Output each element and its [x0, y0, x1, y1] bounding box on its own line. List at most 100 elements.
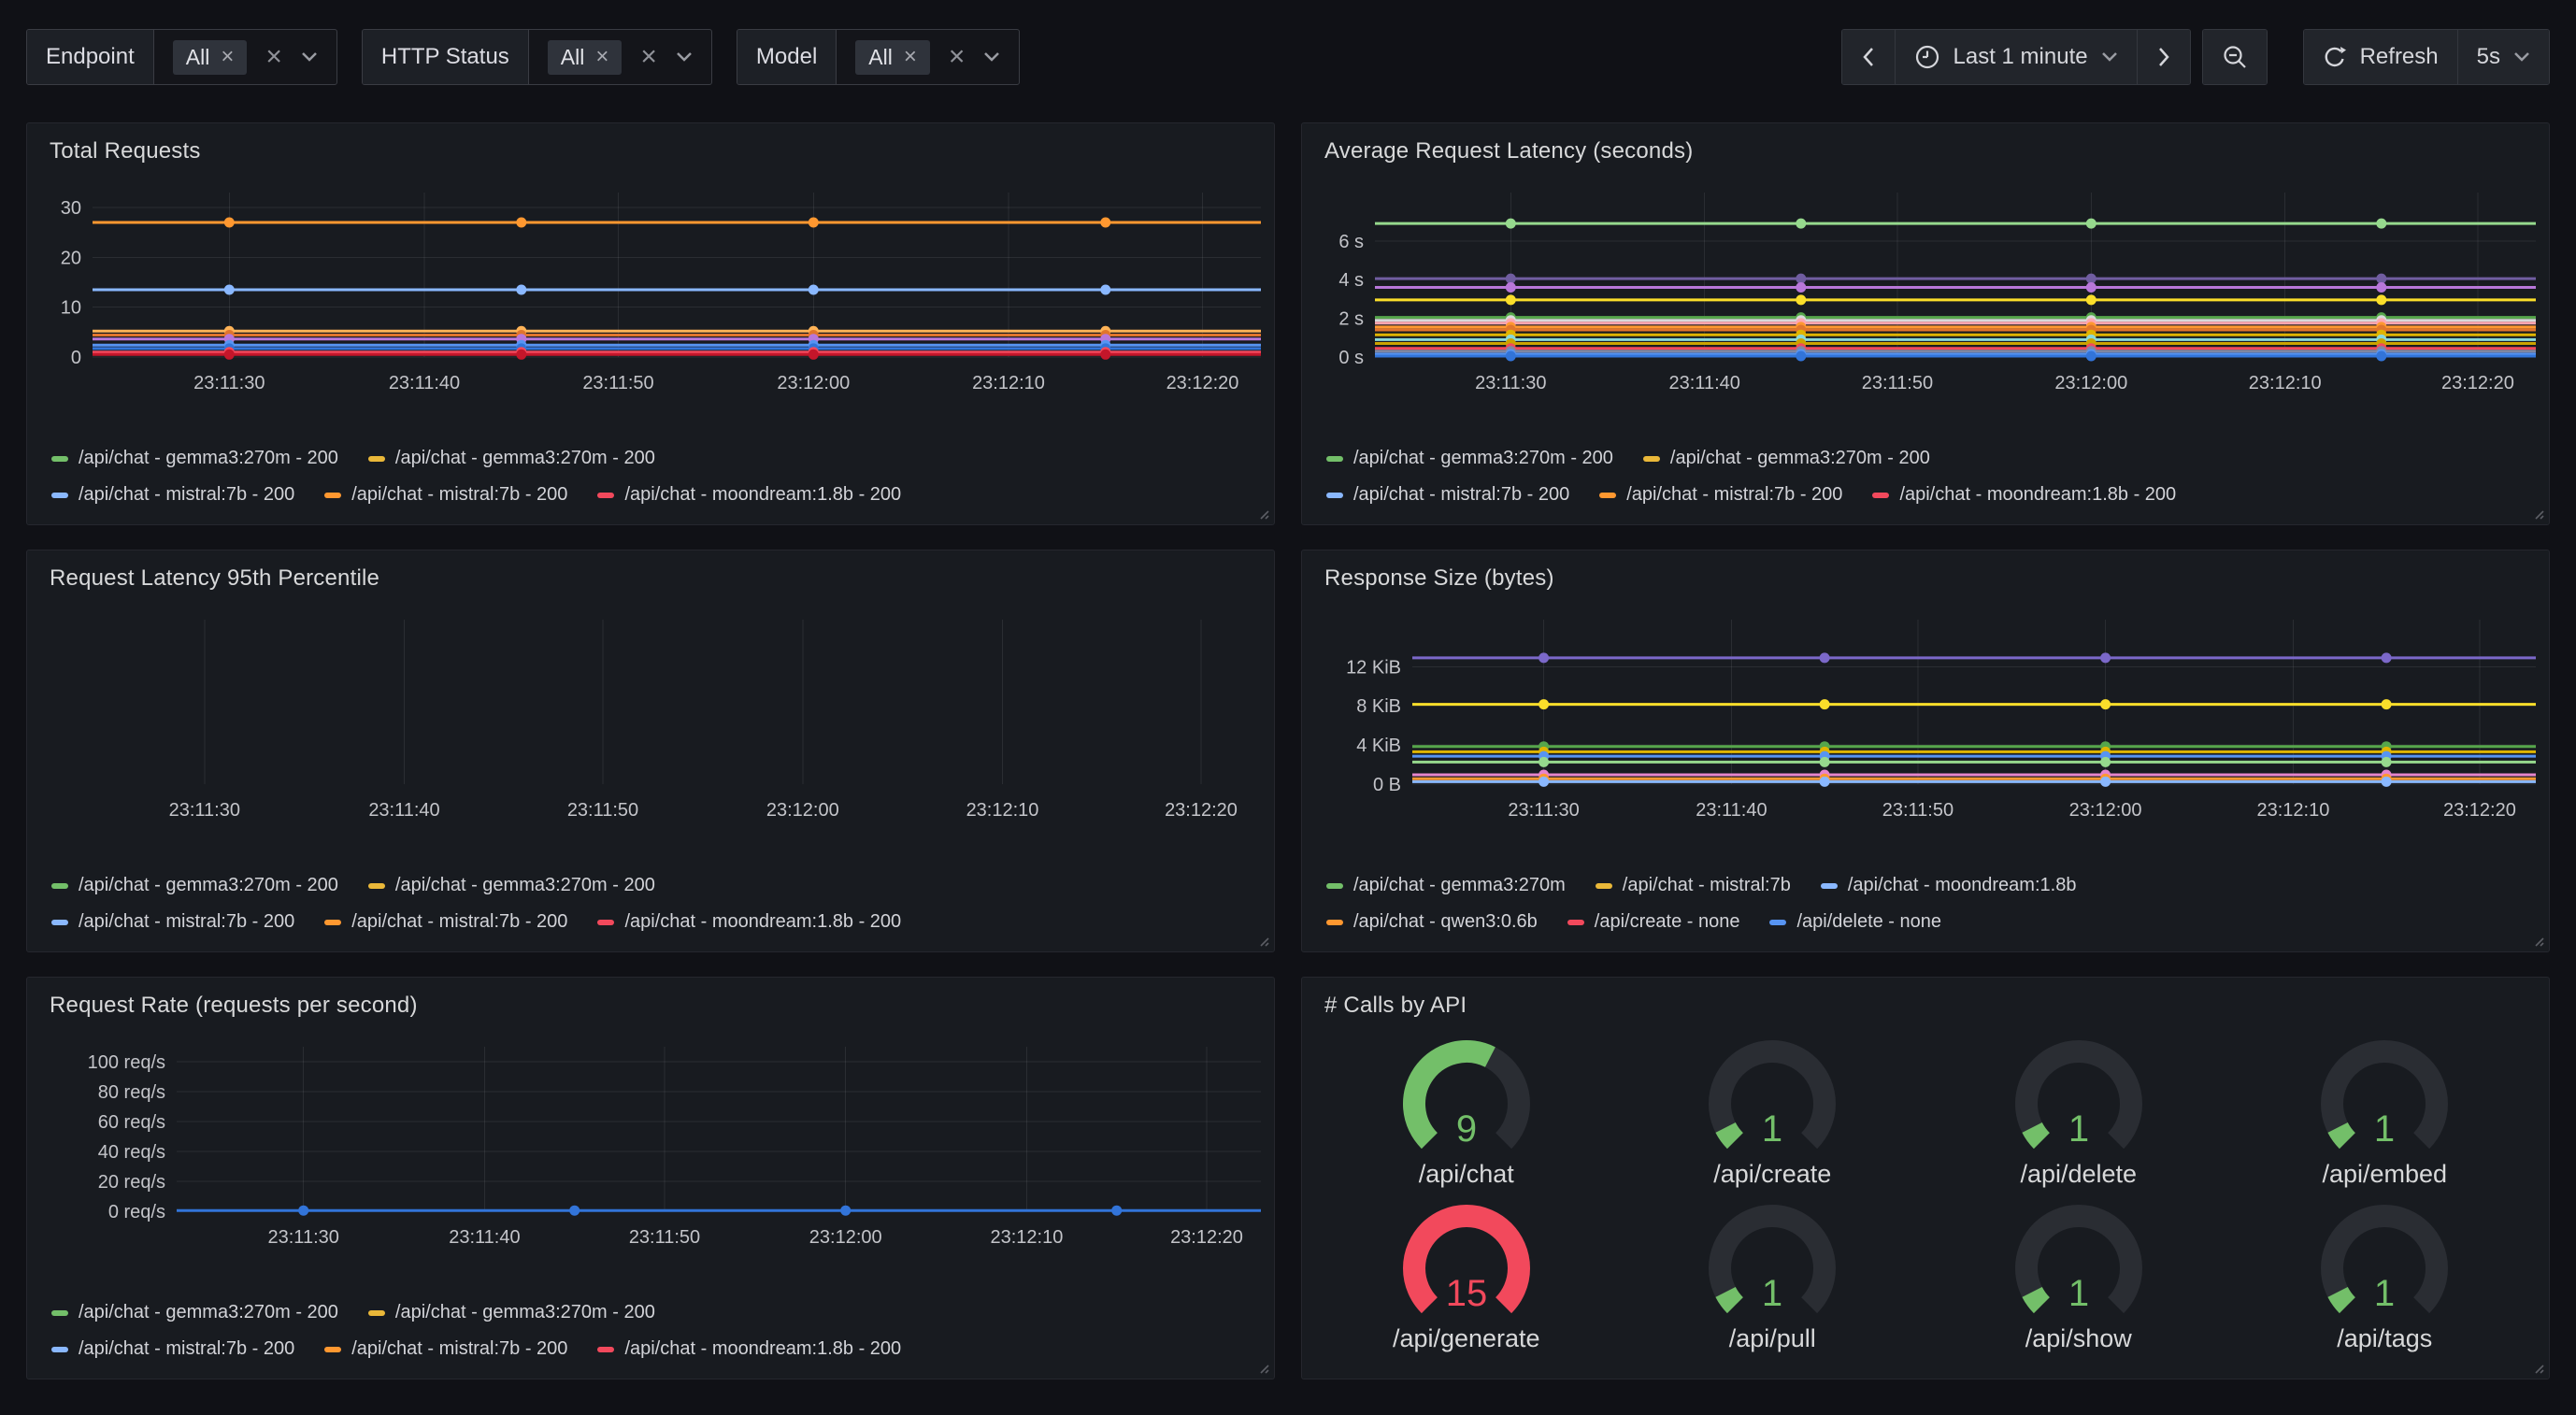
legend-item[interactable]: /api/chat - gemma3:270m - 200 [51, 1302, 338, 1323]
legend-item[interactable]: /api/chat - gemma3:270m [1326, 875, 1566, 896]
legend-item[interactable]: /api/chat - gemma3:270m - 200 [368, 448, 655, 469]
chip-remove-icon[interactable]: × [221, 46, 234, 68]
legend-item[interactable]: /api/create - none [1567, 911, 1740, 933]
legend-item[interactable]: /api/chat - qwen3:0.6b [1326, 911, 1538, 933]
legend-item[interactable]: /api/chat - mistral:7b - 200 [51, 1338, 294, 1360]
refresh-interval-dropdown[interactable]: 5s [2457, 30, 2549, 84]
legend-item[interactable]: /api/chat - gemma3:270m - 200 [1326, 448, 1613, 469]
filter-clear-icon[interactable]: × [640, 43, 657, 71]
filter-chip[interactable]: All× [548, 40, 623, 75]
legend-label: /api/chat - mistral:7b [1623, 875, 1791, 896]
y-tick-label: 30 [61, 198, 81, 219]
average-latency-chart[interactable]: 0 s2 s4 s6 s23:11:3023:11:4023:11:5023:1… [1302, 176, 2549, 409]
legend-item[interactable]: /api/chat - mistral:7b - 200 [1599, 484, 1842, 506]
filter-chip[interactable]: All× [855, 40, 930, 75]
gauge-api-pull[interactable]: 1/api/pull [1620, 1190, 1926, 1355]
legend-item[interactable]: /api/chat - moondream:1.8b [1821, 875, 2077, 896]
zoom-out-button[interactable] [2203, 30, 2267, 84]
panel-resize-handle[interactable] [2531, 934, 2544, 947]
gauge-api-tags[interactable]: 1/api/tags [2232, 1190, 2539, 1355]
chip-remove-icon[interactable]: × [904, 46, 917, 68]
x-tick-label: 23:12:00 [2054, 373, 2127, 393]
filter-control-model[interactable]: ModelAll×× [737, 29, 1020, 85]
gauge-api-create[interactable]: 1/api/create [1620, 1024, 1926, 1190]
x-tick-label: 23:11:50 [1882, 800, 1953, 821]
x-tick-label: 23:11:50 [567, 800, 638, 821]
filter-control-http-status[interactable]: HTTP StatusAll×× [362, 29, 712, 85]
chart-svg: 0 s2 s4 s6 s23:11:3023:11:4023:11:5023:1… [1302, 176, 2549, 409]
series-point [1506, 294, 1516, 305]
legend-swatch [597, 920, 614, 925]
legend-swatch [324, 1347, 341, 1352]
filter-chip[interactable]: All× [173, 40, 248, 75]
zoom-out-group [2202, 29, 2268, 85]
time-shift-forward-button[interactable] [2137, 30, 2190, 84]
panel-title: Response Size (bytes) [1324, 565, 2549, 592]
panel-resize-handle[interactable] [1256, 507, 1269, 520]
legend-item[interactable]: /api/chat - gemma3:270m - 200 [368, 875, 655, 896]
x-tick-label: 23:11:30 [1508, 800, 1579, 821]
legend-item[interactable]: /api/chat - moondream:1.8b - 200 [597, 911, 901, 933]
filter-value[interactable]: All×× [529, 30, 711, 84]
time-shift-back-button[interactable] [1842, 30, 1895, 84]
panel-resize-handle[interactable] [1256, 1361, 1269, 1374]
legend-item[interactable]: /api/chat - mistral:7b - 200 [324, 911, 567, 933]
legend-item[interactable]: /api/delete - none [1769, 911, 1941, 933]
series-point [2382, 757, 2392, 767]
clock-icon [1914, 44, 1940, 70]
legend-row: /api/chat - gemma3:270m - 200/api/chat -… [1326, 448, 2525, 469]
legend-row: /api/chat - gemma3:270m - 200/api/chat -… [51, 875, 1250, 896]
legend-item[interactable]: /api/chat - gemma3:270m - 200 [368, 1302, 655, 1323]
legend-row: /api/chat - mistral:7b - 200/api/chat - … [1326, 484, 2525, 506]
series-point [224, 285, 235, 295]
legend-item[interactable]: /api/chat - mistral:7b - 200 [51, 484, 294, 506]
legend-item[interactable]: /api/chat - mistral:7b - 200 [324, 1338, 567, 1360]
panel-resize-handle[interactable] [2531, 1361, 2544, 1374]
total-requests-chart[interactable]: 010203023:11:3023:11:4023:11:5023:12:002… [27, 176, 1274, 409]
gauge-api-show[interactable]: 1/api/show [1925, 1190, 2232, 1355]
legend-item[interactable]: /api/chat - moondream:1.8b - 200 [597, 484, 901, 506]
filter-value[interactable]: All×× [837, 30, 1019, 84]
filter-clear-icon[interactable]: × [265, 43, 282, 71]
filter-value[interactable]: All×× [154, 30, 336, 84]
legend-swatch [1326, 493, 1343, 498]
series-point [1100, 350, 1110, 360]
gauge-value: 1 [2374, 1108, 2395, 1150]
gauge-api-chat[interactable]: 9/api/chat [1313, 1024, 1620, 1190]
x-tick-label: 23:12:20 [1165, 800, 1238, 821]
legend-item[interactable]: /api/chat - mistral:7b [1596, 875, 1791, 896]
filter-control-endpoint[interactable]: EndpointAll×× [26, 29, 337, 85]
time-range-picker-button[interactable]: Last 1 minute [1895, 30, 2137, 84]
series-point [2100, 699, 2111, 709]
panel-resize-handle[interactable] [2531, 507, 2544, 520]
chip-remove-icon[interactable]: × [595, 46, 608, 68]
series-point [1796, 274, 1806, 284]
y-tick-label: 4 KiB [1356, 736, 1401, 756]
legend-item[interactable]: /api/chat - gemma3:270m - 200 [1643, 448, 1930, 469]
legend-item[interactable]: /api/chat - mistral:7b - 200 [324, 484, 567, 506]
response-size-chart[interactable]: 0 B4 KiB8 KiB12 KiB23:11:3023:11:4023:11… [1302, 603, 2549, 836]
legend-item[interactable]: /api/chat - moondream:1.8b - 200 [1872, 484, 2176, 506]
legend-item[interactable]: /api/chat - mistral:7b - 200 [51, 911, 294, 933]
request-rate-chart[interactable]: 0 req/s20 req/s40 req/s60 req/s80 req/s1… [27, 1030, 1274, 1264]
legend-item[interactable]: /api/chat - gemma3:270m - 200 [51, 448, 338, 469]
gauge-api-embed[interactable]: 1/api/embed [2232, 1024, 2539, 1190]
chevron-down-icon[interactable] [676, 51, 693, 63]
chevron-down-icon[interactable] [301, 51, 318, 63]
panel-resize-handle[interactable] [1256, 934, 1269, 947]
filter-clear-icon[interactable]: × [949, 43, 966, 71]
legend-item[interactable]: /api/chat - moondream:1.8b - 200 [597, 1338, 901, 1360]
legend-item[interactable]: /api/chat - mistral:7b - 200 [1326, 484, 1569, 506]
chart-legend: /api/chat - gemma3:270m - 200/api/chat -… [1302, 448, 2549, 524]
chevron-down-icon[interactable] [983, 51, 1000, 63]
series-point [224, 218, 235, 228]
gauge-api-delete[interactable]: 1/api/delete [1925, 1024, 2232, 1190]
gauge-api-generate[interactable]: 15/api/generate [1313, 1190, 1620, 1355]
latency-95th-chart[interactable]: 23:11:3023:11:4023:11:5023:12:0023:12:10… [27, 603, 1274, 836]
series-point [1796, 282, 1806, 293]
legend-swatch [597, 493, 614, 498]
series-point [516, 350, 526, 360]
legend-item[interactable]: /api/chat - gemma3:270m - 200 [51, 875, 338, 896]
legend-label: /api/chat - mistral:7b - 200 [1353, 484, 1569, 506]
refresh-button[interactable]: Refresh [2304, 30, 2457, 84]
